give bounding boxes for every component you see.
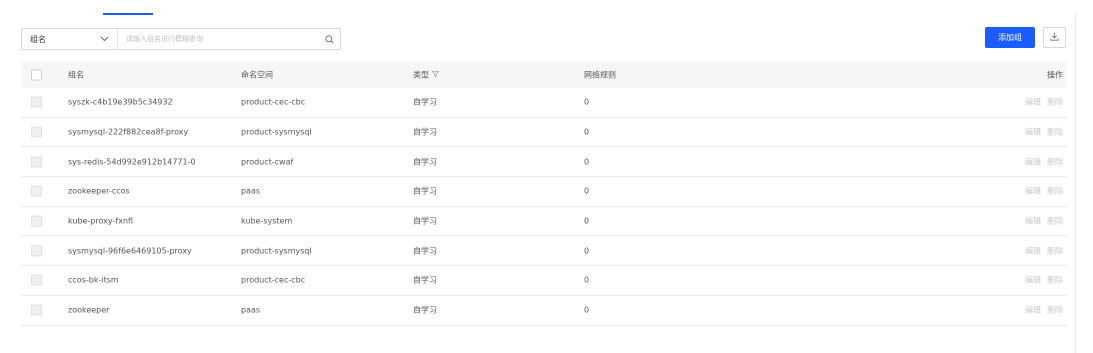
row-name: syszk-c4b19e39b5c34932	[68, 97, 173, 107]
row-namespace: product-cec-cbc	[241, 275, 306, 285]
delete-link[interactable]: 删除	[1047, 217, 1063, 226]
filter-icon[interactable]	[431, 70, 440, 79]
delete-link[interactable]: 删除	[1047, 98, 1063, 107]
table-body: syszk-c4b19e39b5c34932 product-cec-cbc 自学习…	[21, 88, 1067, 326]
edit-link[interactable]: 编辑	[1025, 157, 1041, 166]
row-name: kube-proxy-fxnfl	[68, 216, 134, 226]
table-row: zookeeper paas 自学习 0 编辑 删除	[21, 296, 1067, 326]
header-rules: 网络规则	[584, 70, 616, 79]
row-actions: 编辑 删除	[1019, 156, 1063, 167]
row-namespace: product-sysmysql	[241, 246, 312, 256]
row-name: zookeeper-ccos	[68, 186, 130, 196]
filter-bar: 组名	[21, 28, 341, 50]
edit-link[interactable]: 编辑	[1025, 98, 1041, 107]
row-rules: 0	[584, 157, 590, 167]
delete-link[interactable]: 删除	[1047, 246, 1063, 255]
row-name: sysmysql-96f6e6469105-proxy	[68, 246, 192, 256]
row-rules: 0	[584, 97, 590, 107]
table-header: 组名 命名空间 类型 网络规则 操作	[21, 61, 1067, 88]
chevron-down-icon	[100, 36, 109, 42]
row-type: 自学习	[413, 216, 437, 226]
header-type-label: 类型	[413, 70, 429, 79]
row-actions: 编辑 删除	[1019, 186, 1063, 197]
row-namespace: kube-system	[241, 216, 293, 226]
header-type: 类型	[413, 69, 440, 80]
delete-link[interactable]: 删除	[1047, 187, 1063, 196]
row-checkbox[interactable]	[31, 245, 42, 257]
row-namespace: paas	[241, 305, 261, 315]
row-type: 自学习	[413, 97, 437, 107]
header-namespace: 命名空间	[241, 70, 273, 79]
active-tab-indicator	[103, 13, 153, 15]
download-button[interactable]	[1043, 27, 1066, 48]
row-namespace: product-cwaf	[241, 157, 294, 167]
row-checkbox[interactable]	[31, 185, 42, 197]
table-row: kube-proxy-fxnfl kube-system 自学习 0 编辑 删除	[21, 207, 1067, 237]
row-name: sys-redis-54d992e912b14771-0	[68, 157, 196, 167]
edit-link[interactable]: 编辑	[1025, 276, 1041, 285]
row-type: 自学习	[413, 157, 437, 167]
row-rules: 0	[584, 305, 590, 315]
row-name: sysmysql-222f882cea8f-proxy	[68, 127, 189, 137]
row-checkbox[interactable]	[31, 215, 42, 227]
table-row: sys-redis-54d992e912b14771-0 product-cwaf…	[21, 147, 1067, 178]
delete-link[interactable]: 删除	[1047, 128, 1063, 137]
row-checkbox[interactable]	[31, 274, 42, 286]
row-checkbox[interactable]	[31, 96, 42, 108]
row-actions: 编辑 删除	[1019, 97, 1063, 108]
edit-link[interactable]: 编辑	[1025, 128, 1041, 137]
row-actions: 编辑 删除	[1019, 275, 1063, 286]
header-ops: 操作	[1047, 70, 1063, 79]
page-scrollbar[interactable]	[1075, 14, 1076, 353]
edit-link[interactable]: 编辑	[1025, 187, 1041, 196]
edit-link[interactable]: 编辑	[1025, 306, 1041, 315]
row-type: 自学习	[413, 246, 437, 256]
row-rules: 0	[584, 186, 590, 196]
row-checkbox[interactable]	[31, 304, 42, 316]
table-row: ccos-bk-itsm product-cec-cbc 自学习 0 编辑 删除	[21, 266, 1067, 296]
row-type: 自学习	[413, 305, 437, 315]
row-actions: 编辑 删除	[1019, 216, 1063, 227]
row-actions: 编辑 删除	[1019, 305, 1063, 316]
download-icon	[1050, 32, 1059, 43]
search-icon[interactable]	[318, 29, 340, 49]
row-checkbox[interactable]	[31, 156, 42, 168]
row-name: ccos-bk-itsm	[68, 275, 119, 285]
delete-link[interactable]: 删除	[1047, 306, 1063, 315]
table-row: sysmysql-222f882cea8f-proxy product-sysmy…	[21, 118, 1067, 148]
group-field-select[interactable]: 组名	[22, 29, 118, 49]
row-name: zookeeper	[68, 305, 110, 315]
search-input[interactable]	[118, 29, 318, 49]
row-rules: 0	[584, 246, 590, 256]
delete-link[interactable]: 删除	[1047, 276, 1063, 285]
add-group-button[interactable]: 添加组	[985, 27, 1035, 48]
group-table: 组名 命名空间 类型 网络规则 操作 syszk-c4b19e39b5c3493…	[21, 61, 1067, 326]
row-type: 自学习	[413, 186, 437, 196]
row-actions: 编辑 删除	[1019, 127, 1063, 138]
row-rules: 0	[584, 127, 590, 137]
row-namespace: paas	[241, 186, 261, 196]
row-namespace: product-sysmysql	[241, 127, 312, 137]
table-row: syszk-c4b19e39b5c34932 product-cec-cbc 自学习…	[21, 88, 1067, 118]
row-rules: 0	[584, 275, 590, 285]
header-name: 组名	[68, 70, 84, 79]
group-select-label: 组名	[30, 34, 46, 44]
table-row: sysmysql-96f6e6469105-proxy product-sysmy…	[21, 236, 1067, 267]
delete-link[interactable]: 删除	[1047, 157, 1063, 166]
row-type: 自学习	[413, 127, 437, 137]
table-row: zookeeper-ccos paas 自学习 0 编辑 删除	[21, 177, 1067, 207]
row-type: 自学习	[413, 275, 437, 285]
row-rules: 0	[584, 216, 590, 226]
row-namespace: product-cec-cbc	[241, 97, 306, 107]
row-checkbox[interactable]	[31, 126, 42, 138]
edit-link[interactable]: 编辑	[1025, 217, 1041, 226]
edit-link[interactable]: 编辑	[1025, 246, 1041, 255]
row-actions: 编辑 删除	[1019, 245, 1063, 256]
select-all-checkbox[interactable]	[31, 69, 42, 80]
